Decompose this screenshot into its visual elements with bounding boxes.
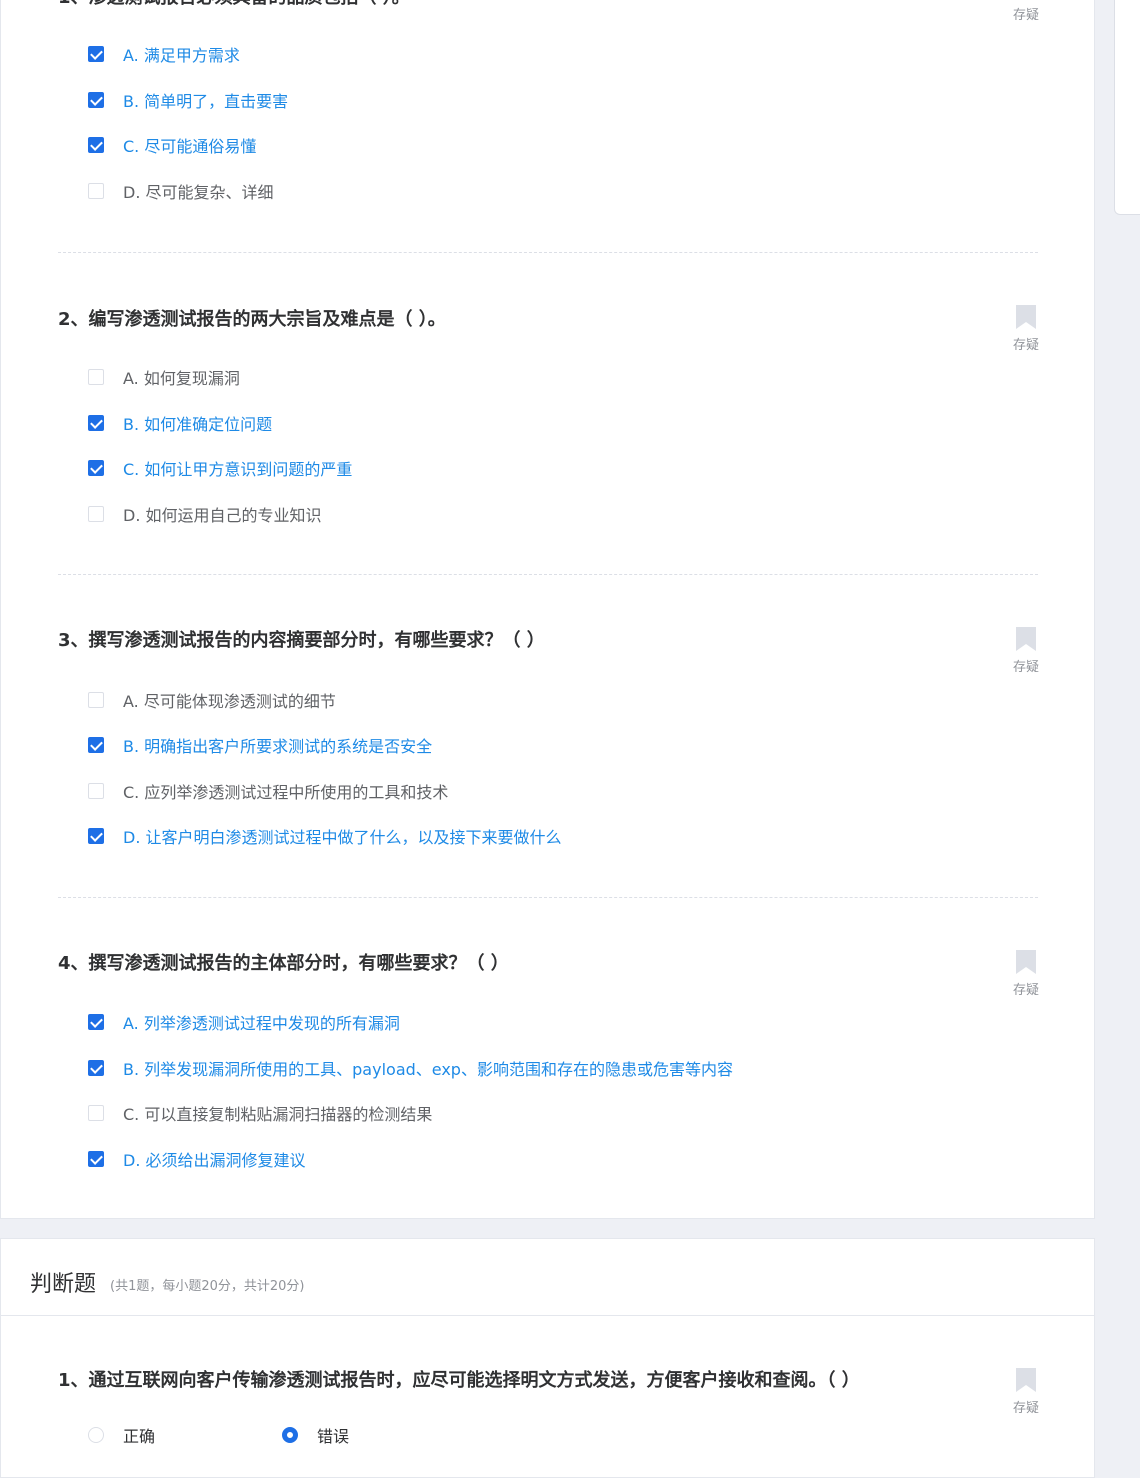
doubt-toggle[interactable]: 存疑 [1008, 0, 1044, 23]
option-d[interactable]: D. 必须给出漏洞修复建议 [88, 1147, 306, 1171]
question-title: 3、撰写渗透测试报告的内容摘要部分时，有哪些要求？（ ） [58, 630, 545, 651]
option-true[interactable]: 正确 [88, 1423, 155, 1447]
option-a[interactable]: A. 尽可能体现渗透测试的细节 [88, 688, 336, 712]
option-c[interactable]: C. 尽可能通俗易懂 [88, 133, 256, 157]
option-b[interactable]: B. 简单明了，直击要害 [88, 88, 288, 112]
option-c[interactable]: C. 可以直接复制粘贴漏洞扫描器的检测结果 [88, 1101, 432, 1125]
option-label: C. 应列举渗透测试过程中所使用的工具和技术 [123, 783, 449, 802]
doubt-toggle[interactable]: 存疑 [1008, 304, 1044, 353]
checkbox[interactable] [88, 783, 104, 799]
doubt-label: 存疑 [1012, 8, 1039, 23]
option-label: A. 如何复现漏洞 [123, 369, 240, 388]
checkbox[interactable] [88, 1151, 104, 1167]
doubt-toggle[interactable]: 存疑 [1008, 626, 1044, 675]
section-title: 判断题 [30, 1272, 97, 1297]
checkbox[interactable] [88, 692, 104, 708]
question-2: 2、编写渗透测试报告的两大宗旨及难点是（ ）。 存疑 A. 如何复现漏洞 B. … [58, 305, 1039, 538]
option-label: D. 让客户明白渗透测试过程中做了什么，以及接下来要做什么 [123, 828, 562, 847]
option-label: C. 如何让甲方意识到问题的严重 [123, 460, 353, 479]
checkbox[interactable] [88, 183, 104, 199]
doubt-label: 存疑 [1012, 1401, 1039, 1416]
doubt-toggle[interactable]: 存疑 [1008, 949, 1044, 998]
option-label: A. 列举渗透测试过程中发现的所有漏洞 [123, 1014, 400, 1033]
doubt-label: 存疑 [1012, 660, 1039, 675]
checkbox[interactable] [88, 506, 104, 522]
option-label: A. 尽可能体现渗透测试的细节 [123, 692, 336, 711]
option-label: 错误 [317, 1427, 350, 1446]
option-label: D. 如何运用自己的专业知识 [123, 506, 322, 525]
option-b[interactable]: B. 列举发现漏洞所使用的工具、payload、exp、影响范围和存在的隐患或危… [88, 1056, 733, 1080]
option-label: D. 尽可能复杂、详细 [123, 183, 274, 202]
option-label: C. 可以直接复制粘贴漏洞扫描器的检测结果 [123, 1105, 433, 1124]
bookmark-icon [1016, 1368, 1036, 1392]
doubt-label: 存疑 [1012, 338, 1039, 353]
bookmark-icon [1016, 627, 1036, 651]
doubt-label: 存疑 [1012, 983, 1039, 998]
checkbox[interactable] [88, 415, 104, 431]
option-d[interactable]: D. 如何运用自己的专业知识 [88, 502, 322, 526]
question-3: 3、撰写渗透测试报告的内容摘要部分时，有哪些要求？（ ） 存疑 A. 尽可能体现… [58, 627, 1039, 859]
option-label: A. 满足甲方需求 [123, 46, 240, 65]
checkbox[interactable] [88, 1105, 104, 1121]
question-title: 1、通过互联网向客户传输渗透测试报告时，应尽可能选择明文方式发送，方便客户接收和… [58, 1370, 860, 1391]
option-a[interactable]: A. 满足甲方需求 [88, 42, 240, 66]
checkbox[interactable] [88, 369, 104, 385]
bookmark-icon [1016, 950, 1036, 974]
question-divider [58, 897, 1038, 898]
checkbox[interactable] [88, 92, 104, 108]
question-divider [58, 252, 1038, 253]
doubt-toggle[interactable]: 存疑 [1008, 1367, 1044, 1416]
radio[interactable] [88, 1427, 104, 1443]
option-c[interactable]: C. 如何让甲方意识到问题的严重 [88, 456, 352, 480]
option-d[interactable]: D. 尽可能复杂、详细 [88, 179, 274, 203]
option-d[interactable]: D. 让客户明白渗透测试过程中做了什么，以及接下来要做什么 [88, 824, 562, 848]
option-label: B. 简单明了，直击要害 [123, 92, 289, 111]
question-divider [58, 574, 1038, 575]
judge-question-1: 1、通过互联网向客户传输渗透测试报告时，应尽可能选择明文方式发送，方便客户接收和… [58, 1368, 1039, 1459]
option-label: D. 必须给出漏洞修复建议 [123, 1151, 306, 1170]
checkbox[interactable] [88, 1014, 104, 1030]
bookmark-icon [1016, 305, 1036, 329]
option-label: C. 尽可能通俗易懂 [123, 137, 257, 156]
question-title: 1、渗透测试报告必须具备的品质包括（ ）。 [58, 0, 410, 10]
checkbox[interactable] [88, 460, 104, 476]
option-label: B. 如何准确定位问题 [123, 415, 273, 434]
checkbox[interactable] [88, 46, 104, 62]
radio[interactable] [282, 1427, 298, 1443]
option-a[interactable]: A. 如何复现漏洞 [88, 365, 240, 389]
question-title: 4、撰写渗透测试报告的主体部分时，有哪些要求？（ ） [58, 953, 509, 974]
section-subtitle: (共1题，每小题20分，共计20分) [110, 1279, 305, 1294]
section-header: 判断题 (共1题，每小题20分，共计20分) [1, 1239, 1094, 1316]
option-label: 正确 [123, 1427, 156, 1446]
answer-sheet-panel [1114, 0, 1140, 215]
checkbox[interactable] [88, 828, 104, 844]
question-4: 4、撰写渗透测试报告的主体部分时，有哪些要求？（ ） 存疑 A. 列举渗透测试过… [58, 950, 1039, 1182]
right-panel [1095, 0, 1140, 1465]
option-c[interactable]: C. 应列举渗透测试过程中所使用的工具和技术 [88, 779, 448, 803]
option-b[interactable]: B. 如何准确定位问题 [88, 411, 272, 435]
option-label: B. 明确指出客户所要求测试的系统是否安全 [123, 737, 433, 756]
checkbox[interactable] [88, 1060, 104, 1076]
option-false[interactable]: 错误 [282, 1423, 349, 1447]
option-b[interactable]: B. 明确指出客户所要求测试的系统是否安全 [88, 733, 432, 757]
checkbox[interactable] [88, 137, 104, 153]
option-a[interactable]: A. 列举渗透测试过程中发现的所有漏洞 [88, 1010, 400, 1034]
option-label: B. 列举发现漏洞所使用的工具、payload、exp、影响范围和存在的隐患或危… [123, 1060, 733, 1079]
question-title: 2、编写渗透测试报告的两大宗旨及难点是（ ）。 [58, 309, 446, 330]
checkbox[interactable] [88, 737, 104, 753]
question-1: 1、渗透测试报告必须具备的品质包括（ ）。 存疑 A. 满足甲方需求 B. 简单… [58, 0, 1039, 226]
